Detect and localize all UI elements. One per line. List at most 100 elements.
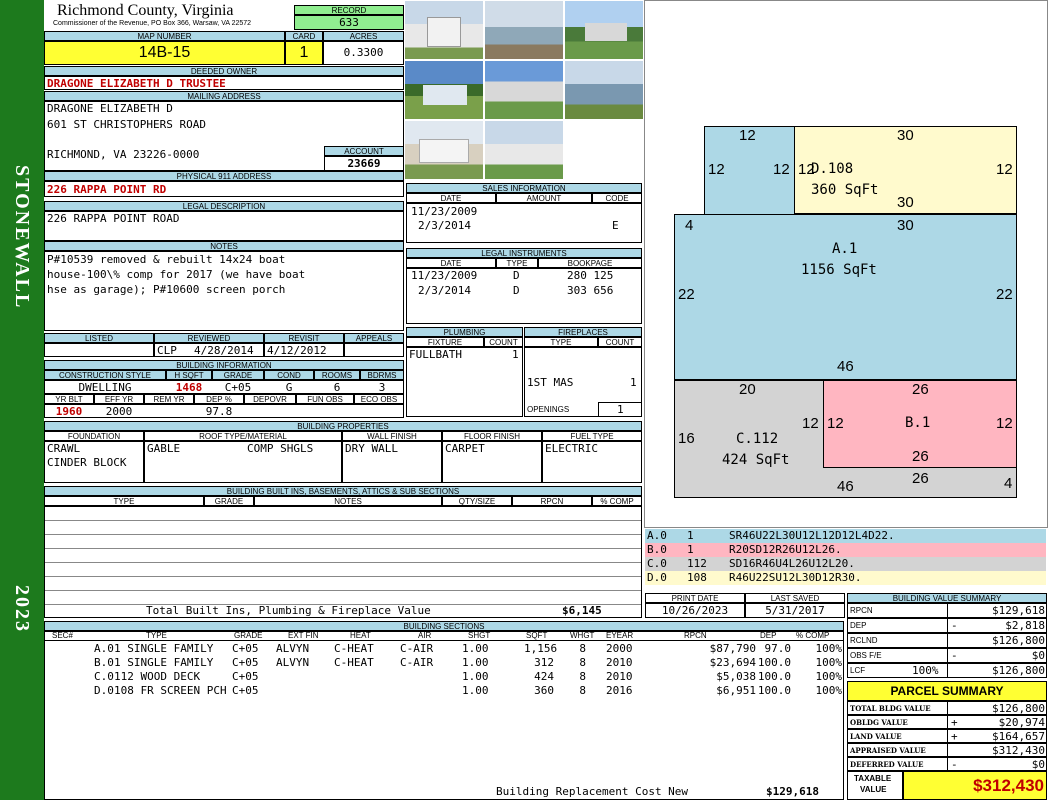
effective-year: 2000 (105, 405, 133, 418)
property-photo-house-side[interactable] (485, 61, 563, 119)
mailing-address-label: MAILING ADDRESS (44, 91, 404, 101)
section-1-shgt: 1.00 (462, 642, 489, 655)
value-summary-lcf-modifier: 100% (912, 664, 939, 677)
plumbing-label: PLUMBING (406, 327, 523, 337)
listed-value (44, 343, 154, 357)
plumbing-count: 1 (512, 348, 519, 361)
notes-line-1: P#10539 removed & rebuilt 14x24 boat (47, 253, 286, 266)
parcel-appraised: $312,430 (992, 744, 1045, 757)
dim-a-top: 30 (897, 217, 914, 234)
fuel-type: ELECTRIC (545, 442, 598, 455)
grade-label: GRADE (212, 370, 264, 380)
type-col: TYPE (146, 631, 167, 640)
roof-type: GABLE (147, 442, 181, 455)
dim-d-bottom: 30 (897, 194, 914, 211)
sketch-c-area: 424 SqFt (722, 452, 790, 468)
rooms-count: 6 (333, 381, 341, 394)
section-1-rpcn: $87,790 (709, 642, 756, 655)
sketch-a-name: A.1 (832, 241, 858, 257)
notes-line-2: house-100\% comp for 2017 (we have boat (47, 268, 306, 281)
notes-label: NOTES (44, 241, 404, 251)
year-label: 2023 (11, 585, 33, 633)
section-2-eyear: 2010 (606, 656, 633, 669)
property-photo-dock[interactable] (565, 61, 643, 119)
property-photo-garage[interactable] (405, 1, 483, 59)
instr-date-label: DATE (406, 258, 496, 268)
property-photo-house-rear[interactable] (565, 1, 643, 59)
mailing-line-3: RICHMOND, VA 23226-0000 (47, 148, 200, 161)
fixture-label: FIXTURE (406, 337, 484, 347)
section-4-whgt: 8 (579, 684, 586, 697)
section-2-heat: C-HEAT (334, 656, 374, 669)
replacement-cost-label: Building Replacement Cost New (496, 785, 689, 798)
property-photo-cottage[interactable] (405, 121, 483, 179)
legal-description-label: LEGAL DESCRIPTION (44, 201, 404, 211)
sketch-c-name: C.112 (736, 431, 779, 447)
legend-row-a: A.0 1 SR46U22L30U12L12D12L4D22. (645, 529, 1046, 543)
foundation-label: FOUNDATION (44, 431, 144, 441)
notes-line-3: hse as garage); P#10600 screen porch (47, 283, 286, 296)
parcel-bldg: $126,800 (992, 702, 1045, 715)
dim-c-top: 20 (739, 381, 756, 398)
mailing-line-2: 601 ST CHRISTOPHERS ROAD (47, 118, 206, 131)
dim-d-top-left: 12 (739, 127, 756, 144)
plumbing-fixture: FULLBATH (409, 348, 462, 361)
sale-2-date: 2/3/2014 (418, 219, 471, 232)
legend-row-c: C.0 112 SD16R46U4L26U12L20. (645, 557, 1046, 571)
sections-header-row: SEC# TYPE GRADE EXT FIN HEAT AIR SHGT SQ… (44, 631, 844, 641)
value-summary-dep-label: DEP (850, 621, 867, 630)
section-3-type: 112 WOOD DECK (114, 670, 201, 683)
appeals-value (344, 343, 404, 357)
property-photo-house-front[interactable] (405, 61, 483, 119)
parcel-obldg-label: OBLDG VALUE (850, 718, 908, 727)
sales-code-label: CODE (592, 193, 642, 203)
section-2-rpcn: $23,694 (709, 656, 756, 669)
legend-row-d: D.0 108 R46U22SU12L30D12R30. (645, 571, 1046, 585)
dim-a-left-top: 4 (685, 217, 694, 234)
section-1-sqft: 1,156 (524, 642, 558, 655)
section-4-comp: 100% (815, 684, 843, 697)
section-2-sec: B.0 (94, 656, 114, 669)
built-ins-label: BUILDING BUILT INS, BASEMENTS, ATTICS & … (44, 486, 642, 496)
section-1-air: C-AIR (400, 642, 434, 655)
parcel-deferred: $0 (1031, 758, 1045, 771)
section-1-dep: 97.0 (764, 642, 792, 655)
section-3-whgt: 8 (579, 670, 586, 683)
property-photo-shore[interactable] (485, 1, 563, 59)
section-4-rpcn: $6,951 (716, 684, 756, 697)
year-built: 1960 (55, 405, 83, 418)
dim-d-left-b: 12 (773, 161, 790, 178)
account-label: ACCOUNT (324, 146, 404, 156)
physical-address: 226 RAPPA POINT RD (44, 181, 404, 197)
property-photo-boat[interactable] (485, 121, 563, 179)
air-col: AIR (418, 631, 432, 640)
mailing-line-1: DRAGONE ELIZABETH D (47, 102, 173, 115)
dim-b-right-step: 4 (1004, 475, 1013, 492)
fireplace-type: 1ST MAS (527, 376, 574, 389)
value-summary-lcf-label: LCF (850, 666, 866, 675)
parcel-land-label: LAND VALUE (850, 732, 902, 741)
fireplaces-label: FIREPLACES (524, 327, 642, 337)
eco-obs-label: ECO OBS (354, 394, 404, 404)
section-3-shgt: 1.00 (462, 670, 489, 683)
parcel-land: $164,657 (992, 730, 1045, 743)
building-grade: C+05 (224, 381, 252, 394)
construction-style: DWELLING (78, 381, 132, 394)
shgt-col: SHGT (468, 631, 491, 640)
section-4-dep: 100.0 (757, 684, 791, 697)
parcel-deferred-label: DEFERRED VALUE (850, 760, 924, 769)
section-1-heat: C-HEAT (334, 642, 374, 655)
section-1-comp: 100% (815, 642, 843, 655)
map-number: 14B-15 (44, 41, 285, 65)
deeded-owner: DRAGONE ELIZABETH D TRUSTEE (44, 76, 404, 90)
sketch-d-name: D.108 (811, 161, 854, 177)
record-value: 633 (294, 15, 404, 30)
section-1-grade: C+05 (232, 642, 259, 655)
foundation-2: CINDER BLOCK (47, 456, 127, 469)
section-2-dep: 100.0 (757, 656, 791, 669)
sales-information-label: SALES INFORMATION (406, 183, 642, 193)
roof-material: COMP SHGLS (247, 442, 314, 455)
depovr-label: DEPOVR (244, 394, 296, 404)
dim-b-bottom-2: 26 (912, 470, 929, 487)
fireplace-count: 1 (630, 376, 637, 389)
